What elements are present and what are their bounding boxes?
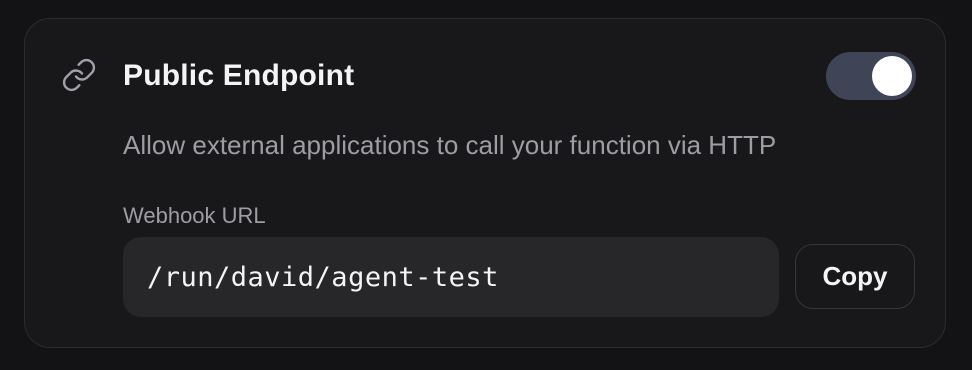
toggle-knob xyxy=(872,56,912,96)
webhook-url-value: /run/david/agent-test xyxy=(147,261,499,293)
link-icon xyxy=(61,57,97,93)
webhook-url-label: Webhook URL xyxy=(123,203,266,228)
section-title: Public Endpoint xyxy=(123,59,355,92)
webhook-url-field[interactable]: /run/david/agent-test xyxy=(123,237,779,317)
public-endpoint-toggle[interactable] xyxy=(826,52,916,100)
section-description: Allow external applications to call your… xyxy=(123,130,777,160)
copy-button[interactable]: Copy xyxy=(795,244,915,309)
public-endpoint-card: Public Endpoint Allow external applicati… xyxy=(24,18,946,348)
